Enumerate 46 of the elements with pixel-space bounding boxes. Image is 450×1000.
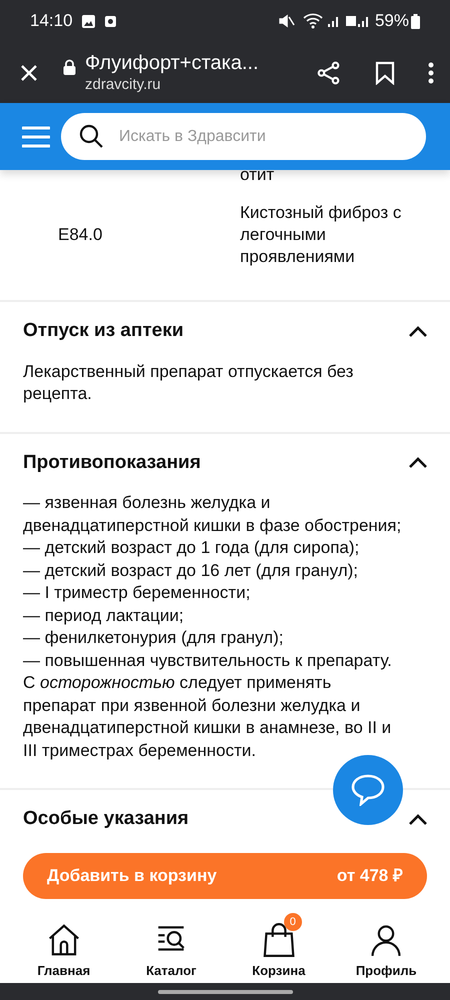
section-text: — детский возраст до 1 года (для сиропа); <box>23 537 360 559</box>
bookmark-icon[interactable] <box>375 60 395 84</box>
chat-bubble-icon <box>351 774 385 806</box>
section-text: — период лактации; <box>23 604 185 626</box>
battery-icon <box>411 14 420 28</box>
app-notification-icon <box>104 14 117 28</box>
status-time: 14:10 <box>30 10 73 32</box>
wifi-icon <box>302 13 323 29</box>
button-label: Добавить в корзину <box>47 865 217 888</box>
diagnosis-name: отит <box>240 166 276 186</box>
nav-tab[interactable]: Каталог <box>126 913 216 980</box>
close-icon <box>20 64 38 82</box>
chevron-up-icon <box>409 326 427 337</box>
section-text: — I триместр беременности; <box>23 582 252 604</box>
diagnosis-code: E84.0 <box>58 225 102 244</box>
diagnosis-name: Кистозный фиброз с легочными проявлениями <box>240 202 402 268</box>
battery-percent: 59% <box>374 10 409 32</box>
chevron-up-icon <box>409 814 427 825</box>
lte-signal-icon <box>344 14 371 28</box>
home-indicator[interactable] <box>158 990 292 994</box>
section-header[interactable]: Особые указания <box>23 805 427 834</box>
menu-icon[interactable] <box>22 126 50 148</box>
lock-icon <box>63 59 76 75</box>
section-header[interactable]: Противопоказания <box>23 448 427 477</box>
page-title: Флуифорт+стака... <box>85 50 259 76</box>
signal-icon <box>326 14 341 28</box>
more-icon[interactable] <box>428 60 434 84</box>
nav-tab[interactable]: Профиль <box>341 913 432 980</box>
search-icon <box>78 123 104 149</box>
nav-tab[interactable]: 0 Корзина <box>234 913 324 980</box>
section-text: — язвенная болезнь желудка и двенадцатиперстной кишки в фазе обострения; <box>23 492 402 536</box>
cart-count-badge: 0 <box>284 913 302 931</box>
page-url: zdravcity.ru <box>85 76 162 94</box>
section-text: — повышенная чувствительность к препарату. <box>23 650 393 672</box>
section-text: С осторожностью следует применять препарат при язвенной болезни желудка и двенадцатиперстной кишки в анамнезе, во II и III триместрах беременности. <box>23 672 392 762</box>
section-text: — фенилкетонурия (для гранул); <box>23 627 284 649</box>
nav-tab[interactable]: Главная <box>18 913 109 980</box>
chevron-up-icon <box>409 457 427 468</box>
section-text: — детский возраст до 16 лет (для гранул); <box>23 560 360 582</box>
price: от 478 ₽ <box>336 865 403 888</box>
section-header[interactable]: Отпуск из аптеки <box>23 317 427 346</box>
share-icon[interactable] <box>316 60 342 86</box>
search-field[interactable]: Искать в Здравсити <box>61 113 426 160</box>
section-text: Лекарственный препарат отпускается без рецепта. <box>23 360 354 405</box>
image-icon <box>80 14 96 28</box>
mute-icon <box>278 14 295 28</box>
